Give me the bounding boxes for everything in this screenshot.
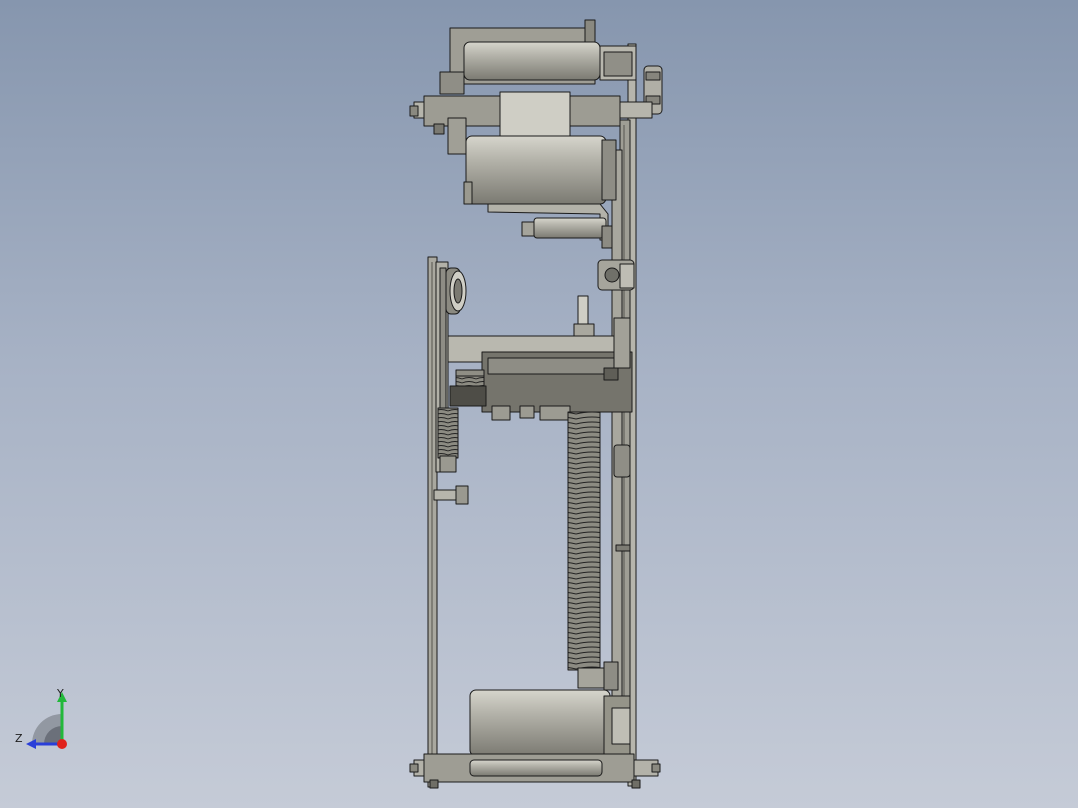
- z-axis-label: Z: [15, 732, 23, 745]
- mechanism-model[interactable]: [0, 0, 1078, 808]
- latch-mechanism[interactable]: [447, 317, 633, 421]
- y-axis-label: Y: [57, 687, 64, 700]
- small-spring[interactable]: [437, 407, 459, 473]
- left-bolt[interactable]: [433, 485, 469, 505]
- graphics-viewport[interactable]: Y Z: [0, 0, 1078, 808]
- bottom-motor[interactable]: [469, 689, 631, 757]
- left-knob[interactable]: [445, 267, 467, 315]
- orientation-triad: Y Z: [10, 684, 80, 754]
- main-spring[interactable]: [567, 411, 619, 691]
- shaft-bolt[interactable]: [521, 217, 613, 249]
- upright-stud[interactable]: [573, 295, 595, 339]
- left-side-plate[interactable]: [427, 256, 449, 788]
- slot-bracket[interactable]: [597, 259, 635, 291]
- bottom-crossbar[interactable]: [409, 753, 661, 789]
